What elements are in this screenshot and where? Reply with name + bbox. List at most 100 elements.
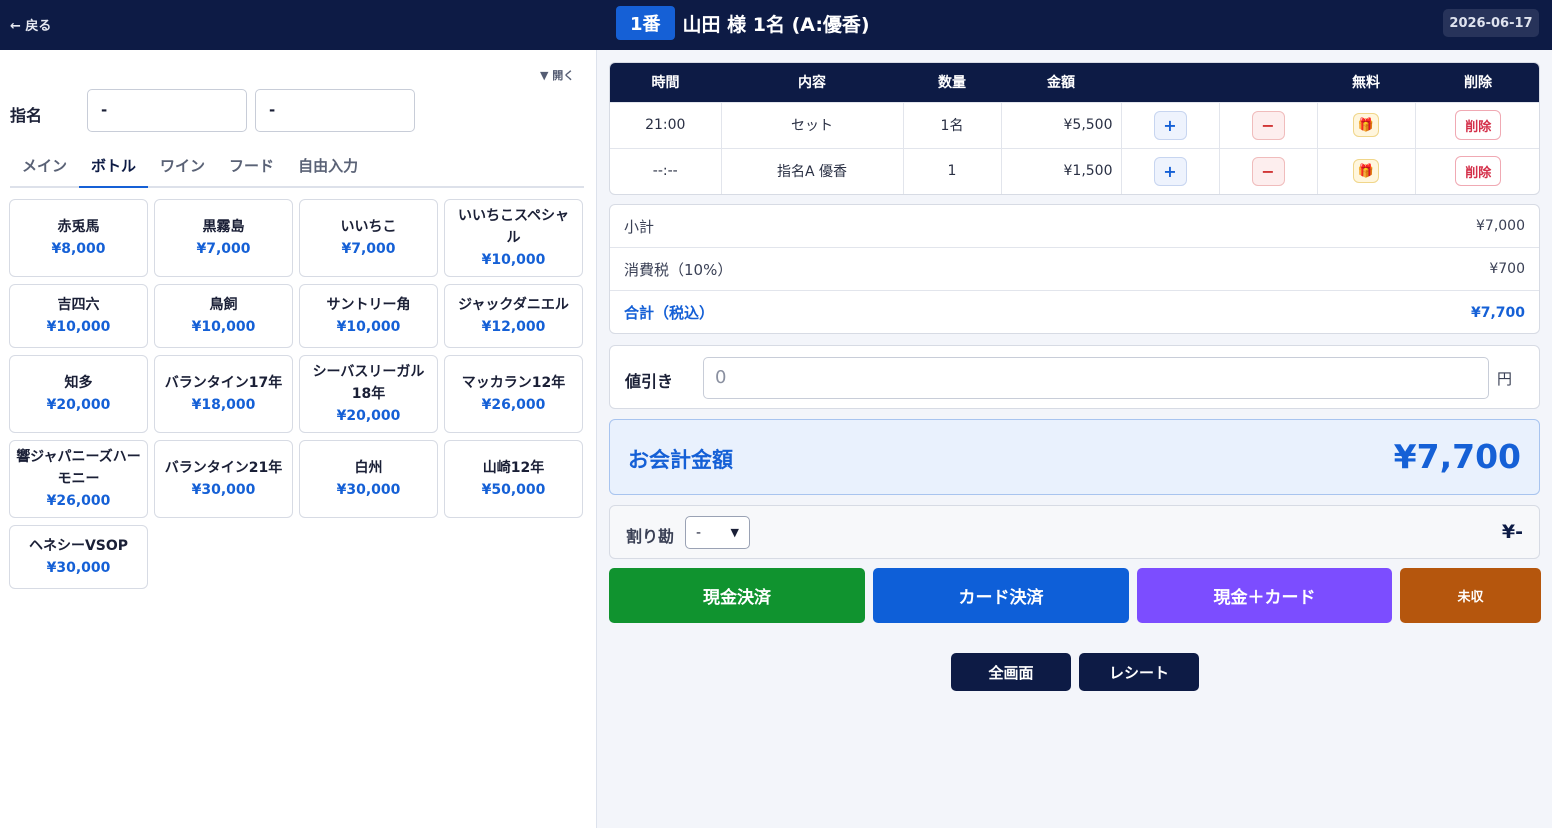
amount-due-box: お会計金額 ¥7,700 bbox=[609, 419, 1540, 495]
product-button[interactable]: 知多 ¥20,000 bbox=[9, 355, 148, 433]
product-button[interactable]: シーバスリーガル18年 ¥20,000 bbox=[299, 355, 438, 433]
tab-food[interactable]: フード bbox=[217, 148, 286, 188]
product-name: 山崎12年 bbox=[482, 460, 545, 476]
order-time: --:-- bbox=[610, 147, 722, 194]
col-qty: 数量 bbox=[903, 63, 1001, 102]
order-amount: ¥1,500 bbox=[1001, 147, 1122, 194]
product-price: ¥10,000 bbox=[191, 319, 256, 335]
delete-button[interactable]: 削除 bbox=[1455, 156, 1502, 187]
cash-payment-button[interactable]: 現金決済 bbox=[609, 568, 865, 623]
shimei-select-2[interactable]: - bbox=[255, 89, 415, 132]
total-row: 合計（税込） ¥7,700 bbox=[610, 291, 1539, 334]
tab-free-input[interactable]: 自由入力 bbox=[286, 148, 370, 188]
product-name: 黒霧島 bbox=[202, 219, 245, 235]
product-button[interactable]: いいちこスペシャル ¥10,000 bbox=[444, 199, 583, 277]
summary-box: 小計 ¥7,000 消費税（10%） ¥700 合計（税込） ¥7,700 bbox=[609, 204, 1540, 334]
split-amount: ¥- bbox=[1501, 521, 1523, 543]
product-button[interactable]: 黒霧島 ¥7,000 bbox=[154, 199, 293, 277]
product-name: 吉四六 bbox=[57, 297, 100, 313]
back-button[interactable]: ← 戻る bbox=[10, 15, 51, 34]
discount-input[interactable]: 0 bbox=[703, 357, 1489, 399]
order-qty: 1 bbox=[903, 147, 1002, 194]
decrease-button[interactable]: − bbox=[1251, 156, 1285, 186]
product-name: マッカラン12年 bbox=[461, 375, 566, 391]
product-name: 白州 bbox=[354, 460, 383, 476]
checkout-panel: 時間 内容 数量 金額 無料 削除 21:00 セット 1名 ¥5,500 + bbox=[598, 50, 1552, 828]
product-name: バランタイン17年 bbox=[164, 375, 283, 391]
discount-unit: 円 bbox=[1497, 370, 1513, 388]
plus-cell: + bbox=[1121, 101, 1220, 148]
tab-bottle[interactable]: ボトル bbox=[79, 148, 149, 188]
split-selected: - bbox=[696, 524, 702, 541]
product-price: ¥30,000 bbox=[46, 560, 111, 576]
product-button[interactable]: ジャックダニエル ¥12,000 bbox=[444, 284, 583, 348]
product-price: ¥50,000 bbox=[481, 482, 546, 498]
product-price: ¥30,000 bbox=[191, 482, 256, 498]
minus-cell: − bbox=[1219, 101, 1318, 148]
col-amount: 金額 bbox=[1001, 63, 1121, 102]
delete-button[interactable]: 削除 bbox=[1455, 110, 1502, 140]
product-price: ¥10,000 bbox=[336, 319, 401, 335]
product-price: ¥10,000 bbox=[481, 252, 546, 268]
col-item: 内容 bbox=[721, 63, 903, 102]
product-button[interactable]: 鳥飼 ¥10,000 bbox=[154, 284, 293, 348]
product-button[interactable]: 白州 ¥30,000 bbox=[299, 440, 438, 518]
gift-icon[interactable]: 🎁 bbox=[1353, 159, 1379, 184]
product-name: ジャックダニエル bbox=[458, 297, 569, 313]
table-number-badge: 1番 bbox=[616, 6, 675, 40]
split-box: 割り勘 - ▼ ¥- bbox=[609, 505, 1540, 559]
expand-toggle[interactable]: ▼ 開く bbox=[540, 67, 574, 83]
col-plus bbox=[1121, 63, 1219, 102]
product-button[interactable]: サントリー角 ¥10,000 bbox=[299, 284, 438, 348]
increase-button[interactable]: + bbox=[1153, 110, 1187, 140]
product-button[interactable]: バランタイン17年 ¥18,000 bbox=[154, 355, 293, 433]
order-amount: ¥5,500 bbox=[1001, 101, 1122, 148]
top-bar: ← 戻る 1番 山田 様 1名 (A:優香) 2026-06-17 bbox=[0, 0, 1552, 50]
product-button[interactable]: マッカラン12年 ¥26,000 bbox=[444, 355, 583, 433]
col-free: 無料 bbox=[1317, 63, 1415, 102]
product-name: いいちこ bbox=[340, 219, 397, 235]
product-name: バランタイン21年 bbox=[164, 460, 283, 476]
subtotal-row: 小計 ¥7,000 bbox=[610, 205, 1539, 248]
product-button[interactable]: バランタイン21年 ¥30,000 bbox=[154, 440, 293, 518]
product-button[interactable]: 山崎12年 ¥50,000 bbox=[444, 440, 583, 518]
product-grid: 赤兎馬 ¥8,000 黒霧島 ¥7,000 いいちこ ¥7,000 いいちこスペシャル… bbox=[9, 199, 585, 589]
product-name: 知多 bbox=[64, 375, 93, 391]
tab-wine[interactable]: ワイン bbox=[148, 148, 217, 188]
product-name: ヘネシーVSOP bbox=[28, 538, 129, 554]
product-price: ¥18,000 bbox=[191, 397, 256, 413]
subtotal-label: 小計 bbox=[624, 217, 655, 236]
subtotal-value: ¥7,000 bbox=[1476, 218, 1525, 234]
gift-icon[interactable]: 🎁 bbox=[1353, 113, 1379, 137]
product-button[interactable]: 赤兎馬 ¥8,000 bbox=[9, 199, 148, 277]
tax-row: 消費税（10%） ¥700 bbox=[610, 248, 1539, 291]
total-value: ¥7,700 bbox=[1470, 304, 1525, 321]
product-button[interactable]: 響ジャパニーズハーモニー ¥26,000 bbox=[9, 440, 148, 518]
product-button[interactable]: いいちこ ¥7,000 bbox=[299, 199, 438, 277]
unpaid-button[interactable]: 未収 bbox=[1400, 568, 1541, 623]
category-tabs: メイン ボトル ワイン フード 自由入力 bbox=[10, 148, 584, 188]
split-label: 割り勘 bbox=[626, 527, 675, 546]
product-name: いいちこスペシャル bbox=[457, 208, 570, 246]
fullscreen-button[interactable]: 全画面 bbox=[951, 653, 1071, 691]
tab-main[interactable]: メイン bbox=[10, 148, 79, 188]
col-delete: 削除 bbox=[1415, 63, 1539, 102]
order-table: 時間 内容 数量 金額 無料 削除 21:00 セット 1名 ¥5,500 + bbox=[609, 62, 1540, 195]
discount-label: 値引き bbox=[625, 372, 674, 391]
shimei-select-1[interactable]: - bbox=[87, 89, 247, 132]
increase-button[interactable]: + bbox=[1153, 156, 1187, 186]
decrease-button[interactable]: − bbox=[1251, 110, 1285, 140]
product-button[interactable]: ヘネシーVSOP ¥30,000 bbox=[9, 525, 148, 589]
product-price: ¥10,000 bbox=[46, 319, 111, 335]
product-button[interactable]: 吉四六 ¥10,000 bbox=[9, 284, 148, 348]
receipt-button[interactable]: レシート bbox=[1079, 653, 1199, 691]
product-price: ¥20,000 bbox=[336, 408, 401, 424]
split-select[interactable]: - ▼ bbox=[685, 516, 750, 549]
col-minus bbox=[1219, 63, 1317, 102]
card-payment-button[interactable]: カード決済 bbox=[873, 568, 1129, 623]
free-cell: 🎁 bbox=[1317, 101, 1416, 148]
product-price: ¥7,000 bbox=[341, 241, 396, 257]
order-qty: 1名 bbox=[903, 101, 1002, 148]
table-info: 1番 山田 様 1名 (A:優香) bbox=[616, 6, 870, 40]
cash-card-payment-button[interactable]: 現金＋カード bbox=[1137, 568, 1392, 623]
